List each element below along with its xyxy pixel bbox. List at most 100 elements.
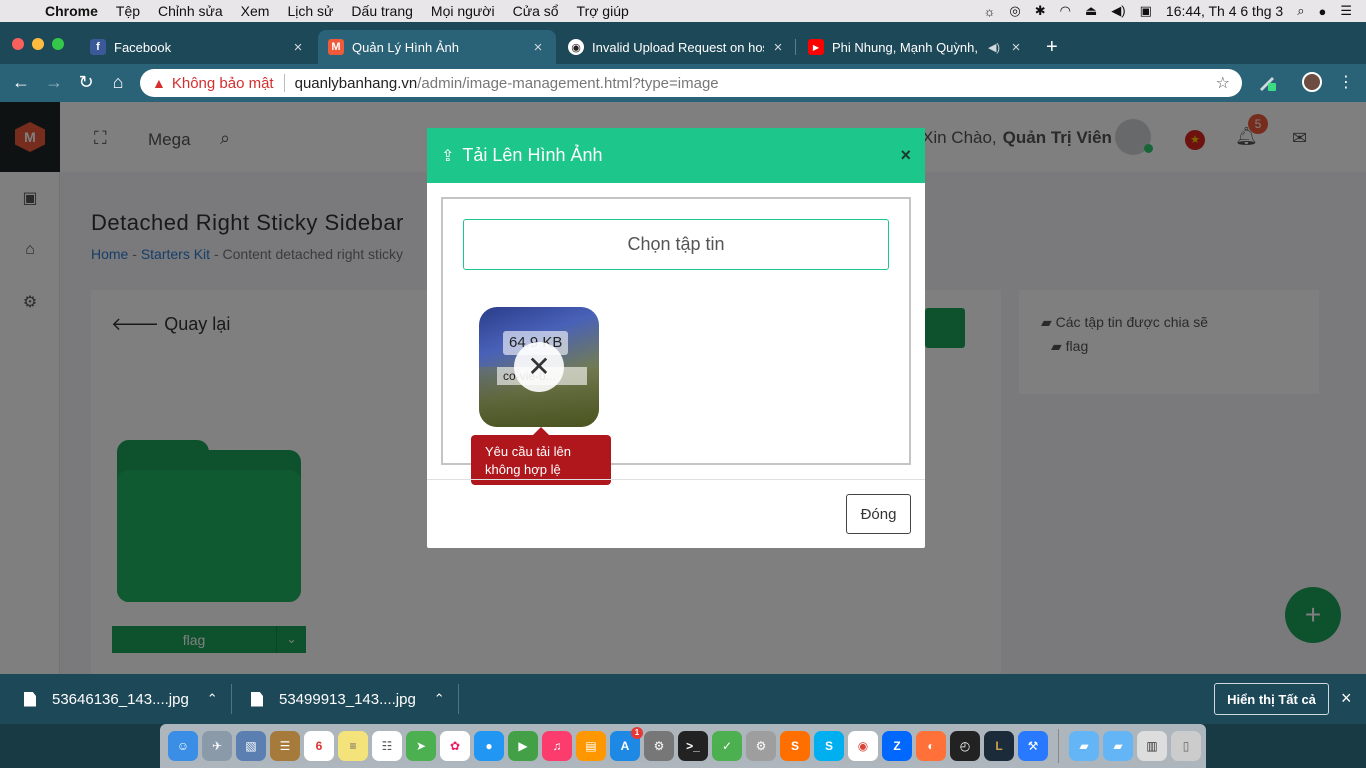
close-icon[interactable]: × xyxy=(900,145,911,166)
menu-clock[interactable]: 16:44, Th 4 6 thg 3 xyxy=(1166,3,1283,19)
choose-file-button[interactable]: Chọn tập tin xyxy=(463,219,889,270)
extension-icon[interactable] xyxy=(1258,73,1276,91)
url-host: quanlybanhang.vn xyxy=(294,74,418,92)
close-tab-icon[interactable]: × xyxy=(530,39,546,56)
notes-icon[interactable]: ≡ xyxy=(338,731,368,761)
trash-icon[interactable]: ▯ xyxy=(1171,731,1201,761)
itunes-icon[interactable]: ♫ xyxy=(542,731,572,761)
skype-icon[interactable]: S xyxy=(814,731,844,761)
error-tooltip: Yêu cầu tải lên không hợp lệ xyxy=(471,427,611,485)
tab-label: Quản Lý Hình Ảnh xyxy=(352,39,459,55)
bluetooth-icon[interactable]: ✱ xyxy=(1035,3,1046,19)
close-button[interactable]: Đóng xyxy=(846,494,911,534)
menu-item-help[interactable]: Trợ giúp xyxy=(568,3,638,19)
menu-app-name[interactable]: Chrome xyxy=(36,3,107,19)
download-separator xyxy=(457,684,459,714)
terminal-icon[interactable]: >_ xyxy=(678,731,708,761)
menu-item-people[interactable]: Mọi người xyxy=(422,3,504,19)
macos-dock: ☺ ✈ ▧ ☰ 6 ≡ ☷ ➤ ✿ ● ▶ ♫ ▤ A1 ⚙ >_ ✓ ⚙ S … xyxy=(160,724,1206,768)
app-logo-icon: M xyxy=(328,39,344,55)
tab-facebook[interactable]: f Facebook × xyxy=(80,30,316,64)
close-tab-icon[interactable]: × xyxy=(290,39,306,56)
reload-icon[interactable]: ↻ xyxy=(75,72,97,93)
chrome-icon[interactable]: ◉ xyxy=(848,731,878,761)
close-icon[interactable]: × xyxy=(1341,688,1352,709)
chevron-up-icon[interactable]: ⌃ xyxy=(434,691,445,707)
warning-icon[interactable]: ▲ xyxy=(152,75,166,91)
menu-item-file[interactable]: Tệp xyxy=(107,3,149,19)
folder-icon[interactable]: ▰ xyxy=(1069,731,1099,761)
documents-stack-icon[interactable]: ▥ xyxy=(1137,731,1167,761)
audio-playing-icon[interactable]: ◀) xyxy=(986,41,1002,54)
sublime-text-icon[interactable]: S xyxy=(780,731,810,761)
address-bar[interactable]: ▲ Không bảo mật quanlybanhang.vn /admin/… xyxy=(140,69,1242,97)
siri-icon[interactable]: ● xyxy=(1318,4,1326,19)
facetime-icon[interactable]: ▶ xyxy=(508,731,538,761)
input-source-icon[interactable]: ▣ xyxy=(1140,3,1152,19)
speedtest-icon[interactable]: ◴ xyxy=(950,731,980,761)
league-of-legends-icon[interactable]: L xyxy=(984,731,1014,761)
app-store-icon[interactable]: A1 xyxy=(610,727,643,761)
back-icon[interactable]: ← xyxy=(10,72,32,93)
home-icon[interactable]: ⌂ xyxy=(107,72,129,93)
messages-icon[interactable]: ● xyxy=(474,731,504,761)
xcode-icon[interactable]: ⚒ xyxy=(1018,731,1048,761)
coccoc-icon[interactable]: ✓ xyxy=(712,731,742,761)
macos-menu-bar: Chrome Tệp Chỉnh sửa Xem Lịch sử Dấu tra… xyxy=(0,0,1366,22)
download-filename: 53646136_143....jpg xyxy=(52,690,189,708)
menu-item-edit[interactable]: Chỉnh sửa xyxy=(149,3,232,19)
file-preview-thumbnail[interactable]: 64.9 KB co-vie-b... ✕ xyxy=(479,307,599,427)
contacts-icon[interactable]: ☰ xyxy=(270,731,300,761)
zoom-window-button[interactable] xyxy=(52,38,64,50)
error-x-icon[interactable]: ✕ xyxy=(514,342,564,392)
launchpad-icon[interactable]: ✈ xyxy=(202,731,232,761)
reminders-icon[interactable]: ☷ xyxy=(372,731,402,761)
downloads-folder-icon[interactable]: ▰ xyxy=(1103,731,1133,761)
youtube-icon: ▶ xyxy=(808,39,824,55)
accessibility-icon[interactable]: ◎ xyxy=(1009,3,1020,19)
menu-item-window[interactable]: Cửa sổ xyxy=(504,3,568,19)
maps-icon[interactable]: ➤ xyxy=(406,731,436,761)
file-icon xyxy=(251,691,263,707)
chevron-up-icon[interactable]: ⌃ xyxy=(207,691,218,707)
calendar-icon[interactable]: 6 xyxy=(304,731,334,761)
system-preferences-icon[interactable]: ⚙ xyxy=(644,731,674,761)
menu-item-history[interactable]: Lịch sử xyxy=(278,3,342,19)
menu-item-bookmarks[interactable]: Dấu trang xyxy=(342,3,421,19)
ibooks-icon[interactable]: ▤ xyxy=(576,731,606,761)
profile-avatar[interactable] xyxy=(1302,72,1322,92)
preview-icon[interactable]: ▧ xyxy=(236,731,266,761)
notification-center-icon[interactable]: ☰ xyxy=(1340,3,1352,19)
show-all-downloads-button[interactable]: Hiển thị Tất cả xyxy=(1214,683,1329,715)
finder-icon[interactable]: ☺ xyxy=(168,731,198,761)
new-tab-button[interactable]: + xyxy=(1046,36,1058,59)
firefox-icon[interactable]: ◐ xyxy=(916,731,946,761)
tab-youtube[interactable]: ▶ Phi Nhung, Mạnh Quỳnh, N ◀) × xyxy=(798,30,1034,64)
spotlight-icon[interactable]: ⌕ xyxy=(1297,3,1304,19)
bookmark-star-icon[interactable]: ☆ xyxy=(1216,73,1230,93)
close-tab-icon[interactable]: × xyxy=(770,39,786,56)
wifi-icon[interactable]: ◠ xyxy=(1060,3,1071,19)
tab-github[interactable]: ◉ Invalid Upload Request on host × xyxy=(558,30,796,64)
minimize-window-button[interactable] xyxy=(32,38,44,50)
utility-icon[interactable]: ⚙ xyxy=(746,731,776,761)
dock-divider xyxy=(1058,729,1059,763)
eject-icon[interactable]: ⏏ xyxy=(1085,3,1097,19)
zalo-icon[interactable]: Z xyxy=(882,731,912,761)
brightness-icon[interactable]: ☼ xyxy=(983,4,995,19)
url-path: /admin/image-management.html?type=image xyxy=(417,74,719,92)
close-tab-icon[interactable]: × xyxy=(1008,39,1024,56)
forward-icon[interactable]: → xyxy=(43,72,65,93)
photos-icon[interactable]: ✿ xyxy=(440,731,470,761)
security-label[interactable]: Không bảo mật xyxy=(172,75,274,92)
menu-item-view[interactable]: Xem xyxy=(232,3,279,19)
close-window-button[interactable] xyxy=(12,38,24,50)
omnibox-divider xyxy=(283,74,285,92)
upload-dropzone[interactable]: Chọn tập tin 64.9 KB co-vie-b... ✕ Yêu c… xyxy=(441,197,911,485)
chrome-menu-icon[interactable]: ⋮ xyxy=(1338,72,1354,92)
download-item[interactable]: 53499913_143....jpg ⌃ xyxy=(251,674,459,724)
modal-footer-divider xyxy=(427,479,925,480)
tab-image-management[interactable]: M Quản Lý Hình Ảnh × xyxy=(318,30,556,64)
download-item[interactable]: 53646136_143....jpg ⌃ xyxy=(24,674,232,724)
volume-icon[interactable]: ◀) xyxy=(1111,3,1125,19)
